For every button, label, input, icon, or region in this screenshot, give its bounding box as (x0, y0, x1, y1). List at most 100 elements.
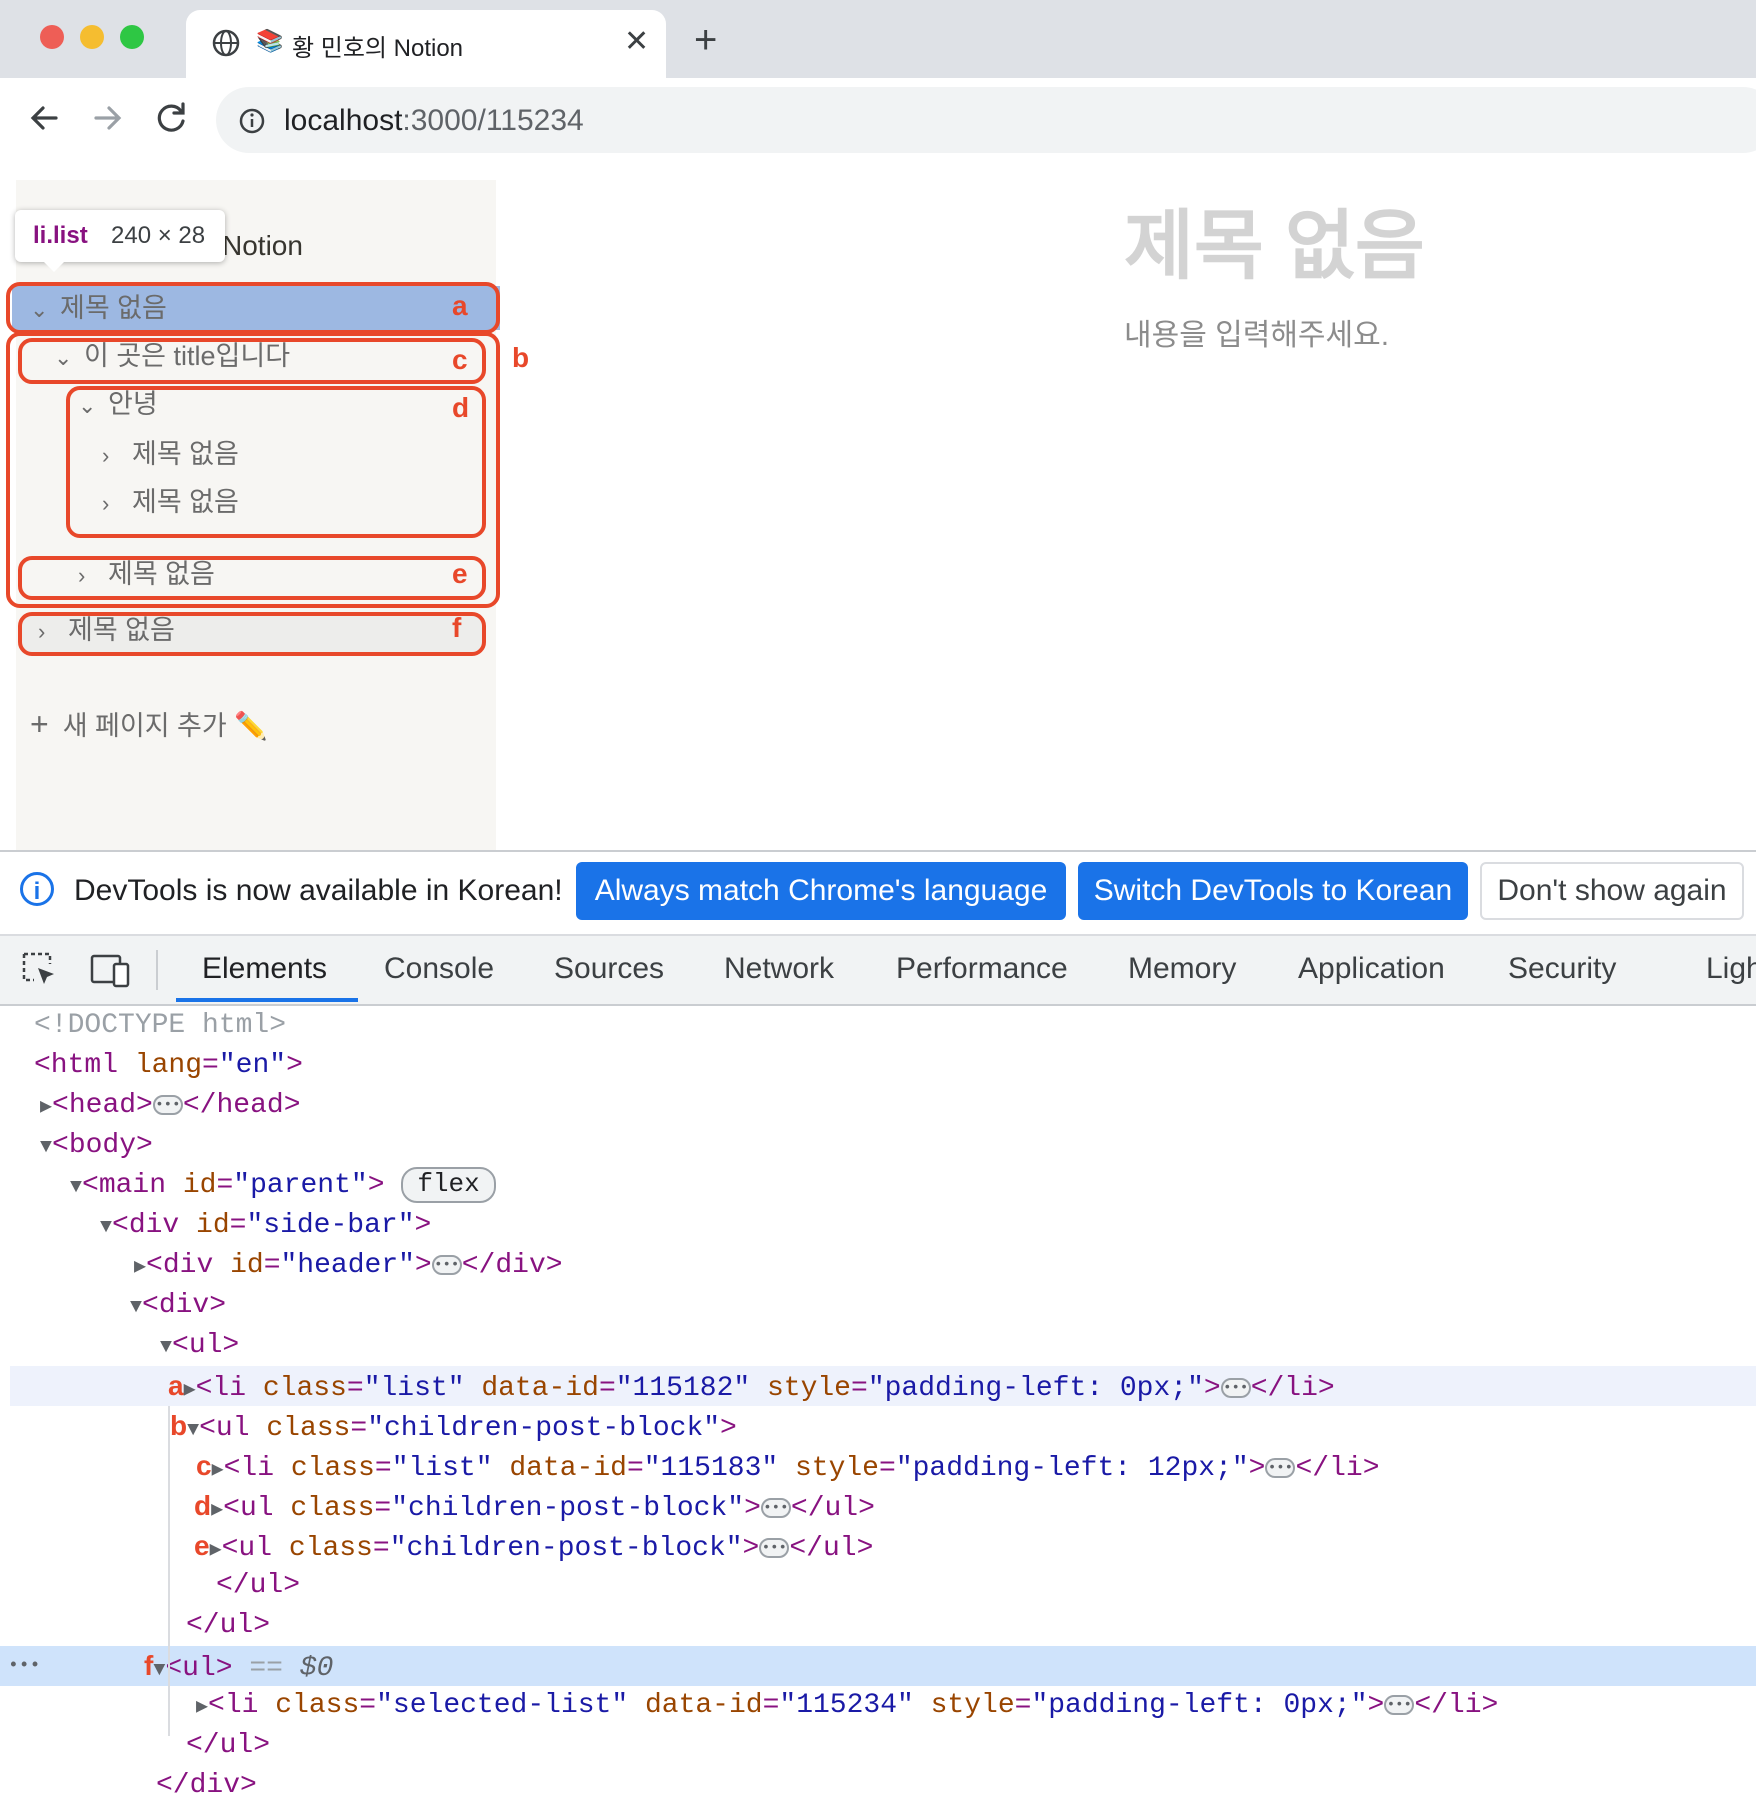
dom-node-div[interactable]: ▼<div> (130, 1286, 226, 1326)
expand-triangle-icon[interactable]: ▶ (212, 1459, 224, 1482)
sidebar-item[interactable]: ⌄ 안녕 (78, 382, 158, 426)
tab-application[interactable]: Application (1298, 952, 1445, 986)
chevron-right-icon[interactable]: › (78, 554, 102, 598)
ellipsis-icon[interactable]: ••• (759, 1537, 790, 1558)
chevron-down-icon[interactable]: ⌄ (54, 336, 78, 380)
chevron-down-icon[interactable]: ⌄ (30, 288, 54, 332)
tag-end: > (367, 1170, 385, 1201)
chevron-right-icon[interactable]: › (102, 434, 126, 478)
ellipsis-icon[interactable]: ••• (1265, 1457, 1296, 1478)
expand-triangle-icon[interactable]: ▶ (184, 1379, 196, 1402)
tab-security[interactable]: Security (1508, 952, 1616, 986)
attr-value: "parent" (233, 1170, 368, 1201)
dom-node-html[interactable]: <html lang="en"> (34, 1046, 303, 1086)
tab-strip: 📚 황 민호의 Notion ✕ + (0, 0, 1756, 78)
collapse-triangle-icon[interactable]: ▼ (100, 1216, 112, 1239)
expand-triangle-icon[interactable]: ▶ (211, 1499, 223, 1522)
sidebar-item[interactable]: ⌄ 제목 없음 (30, 286, 167, 330)
tag-name: <li (195, 1373, 247, 1404)
attr-value: "115234" (779, 1690, 914, 1721)
sidebar-item-selected[interactable]: › 제목 없음 (38, 608, 175, 652)
row-actions-icon[interactable]: ••• (8, 1646, 40, 1686)
maximize-window-button[interactable] (120, 25, 144, 49)
new-tab-button[interactable]: + (694, 20, 717, 60)
eq: = (229, 1210, 247, 1241)
add-page-button[interactable]: + 새 페이지 추가 ✏️ (30, 704, 268, 743)
ellipsis-icon[interactable]: ••• (431, 1254, 462, 1275)
expand-triangle-icon[interactable]: ▶ (196, 1696, 208, 1719)
switch-to-korean-button[interactable]: Switch DevTools to Korean (1078, 862, 1468, 920)
ellipsis-icon[interactable]: ••• (152, 1094, 183, 1115)
eq: = (350, 1413, 368, 1444)
close-window-button[interactable] (40, 25, 64, 49)
sidebar-item-label: 제목 없음 (132, 439, 239, 469)
dom-node-li-selected[interactable]: ▶<li class="selected-list" data-id="1152… (196, 1686, 1498, 1726)
attr-name: id (179, 1210, 230, 1241)
dom-node-div-sidebar[interactable]: ▼<div id="side-bar"> (100, 1206, 431, 1246)
tag-name: <ul> (165, 1653, 233, 1684)
site-info-icon[interactable] (238, 107, 266, 135)
attr-name: class (249, 1413, 351, 1444)
dom-close-ul[interactable]: </ul> (186, 1726, 270, 1766)
sidebar-item[interactable]: › 제목 없음 (102, 432, 239, 476)
dom-node-doctype[interactable]: <!DOCTYPE html> (34, 1006, 286, 1046)
tab-network[interactable]: Network (724, 952, 834, 986)
tab-memory[interactable]: Memory (1128, 952, 1236, 986)
chevron-right-icon[interactable]: › (102, 482, 126, 526)
minimize-window-button[interactable] (80, 25, 104, 49)
tab-performance[interactable]: Performance (896, 952, 1068, 986)
flex-badge[interactable]: flex (401, 1166, 496, 1203)
chevron-right-icon[interactable]: › (38, 610, 62, 654)
dom-close-ul[interactable]: </ul> (186, 1606, 270, 1646)
collapse-triangle-icon[interactable]: ▼ (160, 1336, 172, 1359)
sidebar-item-label: 제목 없음 (108, 559, 215, 589)
dom-node-li-c[interactable]: c▶<li class="list" data-id="115183" styl… (196, 1446, 1380, 1486)
reload-icon[interactable] (150, 96, 194, 140)
tab-console[interactable]: Console (384, 952, 494, 986)
chevron-down-icon[interactable]: ⌄ (78, 384, 102, 428)
dom-node-ul[interactable]: ▼<ul> (160, 1326, 239, 1366)
sidebar-item[interactable]: ⌄ 이 곳은 title입니다 (54, 334, 290, 378)
address-bar[interactable]: localhost:3000/115234 (216, 87, 1756, 153)
tab-sources[interactable]: Sources (554, 952, 664, 986)
dom-close-ul[interactable]: </ul> (216, 1566, 300, 1606)
tab-elements[interactable]: Elements (202, 952, 327, 986)
dom-node-li-a[interactable]: a▶<li class="list" data-id="115182" styl… (168, 1366, 1335, 1406)
ellipsis-icon[interactable]: ••• (1384, 1694, 1415, 1715)
collapse-triangle-icon[interactable]: ▼ (153, 1659, 165, 1682)
tab-lighthouse[interactable]: Ligh (1706, 952, 1756, 986)
ellipsis-icon[interactable]: ••• (1220, 1377, 1251, 1398)
ellipsis-icon[interactable]: ••• (760, 1497, 791, 1518)
always-match-language-button[interactable]: Always match Chrome's language (576, 862, 1066, 920)
sidebar-item[interactable]: › 제목 없음 (78, 552, 215, 596)
collapse-triangle-icon[interactable]: ▼ (187, 1419, 199, 1442)
sidebar-item[interactable]: › 제목 없음 (102, 480, 239, 524)
collapse-triangle-icon[interactable]: ▼ (130, 1296, 142, 1319)
tag-name: <div> (142, 1290, 227, 1321)
dollar-zero: $0 (299, 1653, 334, 1684)
expand-triangle-icon[interactable]: ▶ (134, 1256, 146, 1279)
back-arrow-icon[interactable] (22, 96, 66, 140)
collapse-triangle-icon[interactable]: ▼ (40, 1136, 52, 1159)
attr-name: style (778, 1453, 879, 1484)
collapse-triangle-icon[interactable]: ▼ (70, 1176, 82, 1199)
dom-node-body[interactable]: ▼<body> (40, 1126, 153, 1166)
forward-arrow-icon[interactable] (86, 96, 130, 140)
page-content-placeholder[interactable]: 내용을 입력해주세요. (1124, 310, 1389, 354)
dom-node-ul-f[interactable]: f▼<ul> == $0 (144, 1646, 333, 1686)
expand-triangle-icon[interactable]: ▶ (40, 1096, 52, 1119)
page-title[interactable]: 제목 없음 (1124, 184, 1425, 294)
device-toolbar-icon[interactable] (88, 950, 132, 990)
dom-node-head[interactable]: ▶<head> •••</head> (40, 1086, 301, 1126)
browser-tab-active[interactable]: 📚 황 민호의 Notion ✕ (186, 10, 666, 78)
dom-node-ul-d[interactable]: d▶<ul class="children-post-block"> •••</u… (194, 1486, 875, 1526)
expand-triangle-icon[interactable]: ▶ (210, 1539, 222, 1562)
dom-node-ul-b[interactable]: b▼<ul class="children-post-block"> (170, 1406, 737, 1446)
dom-node-div-header[interactable]: ▶<div id="header"> •••</div> (134, 1246, 563, 1286)
dom-node-main[interactable]: ▼<main id="parent"> flex (70, 1166, 496, 1206)
dom-close-div[interactable]: </div> (156, 1766, 257, 1806)
dont-show-again-button[interactable]: Don't show again (1480, 862, 1744, 920)
dom-node-ul-e[interactable]: e▶<ul class="children-post-block"> •••</u… (194, 1526, 873, 1566)
inspect-element-icon[interactable] (20, 950, 60, 990)
tab-close-icon[interactable]: ✕ (624, 24, 649, 59)
